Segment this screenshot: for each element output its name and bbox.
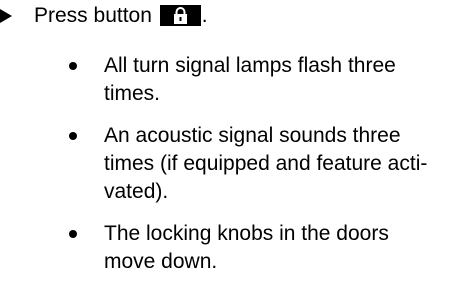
result-line: The locking knobs in the doors [104, 222, 389, 245]
step-text: Press button [34, 4, 152, 27]
step-text-end: . [201, 4, 208, 27]
step-arrow-icon [0, 9, 12, 23]
step-line: Press button . [34, 4, 208, 27]
padlock-closed-icon [173, 7, 187, 24]
result-line: vated). [104, 180, 169, 203]
result-line: An acoustic signal sounds three [104, 124, 401, 147]
result-line: times. [104, 82, 161, 105]
result-line: All turn signal lamps flash three [104, 54, 396, 77]
bullet-icon [69, 230, 77, 238]
bullet-icon [69, 132, 77, 140]
result-line: times (if equipped and feature acti- [104, 152, 428, 175]
lock-button-icon [159, 5, 201, 26]
result-line: move down. [104, 250, 218, 273]
bullet-icon [69, 62, 77, 70]
